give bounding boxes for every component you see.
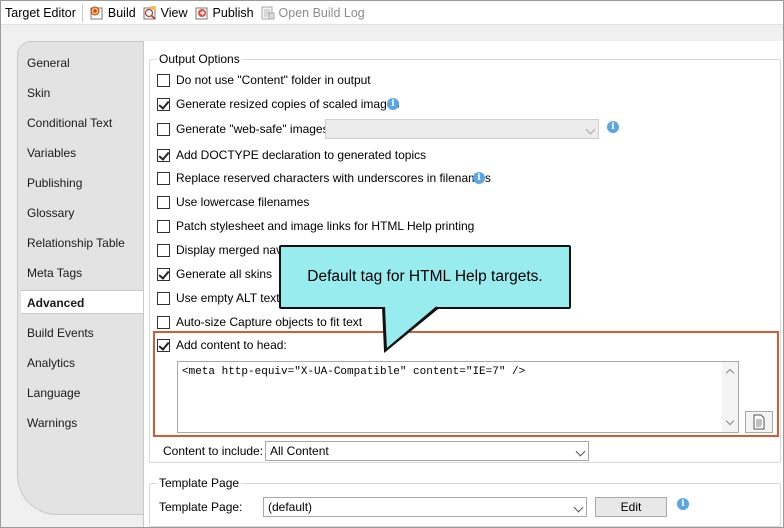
callout-annotation: Default tag for HTML Help targets. (279, 245, 571, 309)
tab-relationship-table[interactable]: Relationship Table (27, 231, 125, 255)
open-build-log-label: Open Build Log (278, 5, 365, 20)
open-build-log-button[interactable]: Open Build Log (258, 2, 369, 24)
tab-variables[interactable]: Variables (27, 141, 76, 165)
checkbox[interactable] (157, 315, 170, 329)
option-add-content-to-head[interactable]: Add content to head: (157, 337, 287, 353)
checkbox[interactable] (157, 219, 170, 233)
option-label: Generate "web-safe" images (176, 122, 329, 136)
tab-conditional-text[interactable]: Conditional Text (27, 111, 112, 135)
select-value: All Content (270, 444, 329, 458)
checkbox[interactable] (157, 73, 170, 87)
edit-head-content-button[interactable] (745, 411, 773, 433)
callout-text: Default tag for HTML Help targets. (307, 268, 543, 285)
view-label: View (160, 5, 188, 20)
option-patch-stylesheet[interactable]: Patch stylesheet and image links for HTM… (157, 218, 474, 234)
chevron-down-icon (575, 446, 586, 457)
tab-analytics[interactable]: Analytics (27, 351, 75, 375)
view-button[interactable]: View (140, 2, 192, 24)
option-no-content-folder[interactable]: Do not use "Content" folder in output (157, 72, 371, 88)
tab-build-events[interactable]: Build Events (27, 321, 94, 345)
content-to-include-label: Content to include: (163, 444, 264, 458)
scroll-down-icon[interactable] (725, 416, 735, 426)
option-auto-size-capture[interactable]: Auto-size Capture objects to fit text (157, 314, 362, 330)
view-icon (143, 5, 156, 20)
tab-language[interactable]: Language (27, 381, 80, 405)
output-options-title: Output Options (157, 52, 242, 66)
option-lowercase-filenames[interactable]: Use lowercase filenames (157, 194, 309, 210)
option-display-merged[interactable]: Display merged navig (157, 242, 291, 258)
toolbar-separator (81, 3, 83, 22)
checkbox-checked[interactable] (157, 97, 170, 111)
chevron-down-icon (573, 502, 584, 513)
option-label: Add DOCTYPE declaration to generated top… (176, 148, 427, 162)
build-log-icon (261, 6, 275, 19)
checkbox[interactable] (157, 243, 170, 257)
info-icon[interactable]: i (387, 98, 399, 110)
option-doctype[interactable]: Add DOCTYPE declaration to generated top… (157, 147, 426, 163)
publish-label: Publish (212, 5, 254, 20)
checkbox[interactable] (157, 122, 170, 136)
template-page-title: Template Page (157, 476, 242, 490)
option-label: Do not use "Content" folder in output (176, 73, 371, 87)
option-label: Replace reserved characters with undersc… (176, 171, 491, 185)
tab-advanced[interactable]: Advanced (21, 290, 145, 314)
document-icon (753, 414, 765, 430)
publish-button[interactable]: Publish (192, 2, 258, 24)
tab-meta-tags[interactable]: Meta Tags (27, 261, 82, 285)
option-replace-reserved[interactable]: Replace reserved characters with undersc… (157, 170, 491, 186)
build-label: Build (107, 5, 136, 20)
build-button[interactable]: Build (87, 2, 140, 24)
tab-warnings[interactable]: Warnings (27, 411, 77, 435)
edit-template-button[interactable]: Edit (595, 497, 667, 517)
option-label: Auto-size Capture objects to fit text (176, 315, 363, 329)
publish-icon (195, 7, 208, 19)
option-label: Generate resized copies of scaled images (176, 97, 400, 111)
option-label: Display merged navig (176, 243, 292, 257)
option-label: Use lowercase filenames (176, 195, 310, 209)
info-icon[interactable]: i (473, 172, 485, 184)
target-editor-window: Target Editor Build View Publish Open Bu… (0, 0, 784, 528)
checkbox[interactable] (157, 171, 170, 185)
option-label: Generate all skins (176, 267, 273, 281)
option-label: Patch stylesheet and image links for HTM… (176, 219, 475, 233)
option-generate-all-skins[interactable]: Generate all skins (157, 266, 272, 282)
window-title: Target Editor (5, 5, 76, 20)
option-label: Use empty ALT text fi (176, 291, 289, 305)
option-resized-images[interactable]: Generate resized copies of scaled images (157, 96, 399, 112)
toolbar: Target Editor Build View Publish Open Bu… (1, 1, 783, 25)
tab-publishing[interactable]: Publishing (27, 171, 82, 195)
head-content-textarea[interactable]: <meta http-equiv="X-UA-Compatible" conte… (177, 361, 739, 433)
template-page-select[interactable]: (default) (263, 497, 587, 517)
option-label: Add content to head: (176, 338, 287, 352)
head-content-text: <meta http-equiv="X-UA-Compatible" conte… (182, 366, 526, 378)
tab-general[interactable]: General (27, 51, 70, 75)
option-web-safe-images[interactable]: Generate "web-safe" images (157, 121, 329, 137)
template-page-label: Template Page: (159, 500, 243, 514)
build-icon (90, 6, 103, 19)
textarea-scrollbar[interactable] (722, 362, 738, 432)
select-value: (default) (268, 500, 313, 514)
checkbox-checked[interactable] (157, 148, 170, 162)
web-safe-format-select[interactable] (325, 119, 599, 139)
checkbox-checked[interactable] (157, 338, 170, 352)
tab-glossary[interactable]: Glossary (27, 201, 74, 225)
info-icon[interactable]: i (607, 121, 619, 133)
option-empty-alt-text[interactable]: Use empty ALT text fi (157, 290, 289, 306)
info-icon[interactable]: i (677, 498, 689, 510)
checkbox[interactable] (157, 195, 170, 209)
tab-skin[interactable]: Skin (27, 81, 50, 105)
content-to-include-select[interactable]: All Content (265, 441, 589, 461)
checkbox[interactable] (157, 291, 170, 305)
checkbox-checked[interactable] (157, 267, 170, 281)
chevron-down-icon (585, 124, 596, 135)
scroll-up-icon[interactable] (725, 368, 735, 378)
